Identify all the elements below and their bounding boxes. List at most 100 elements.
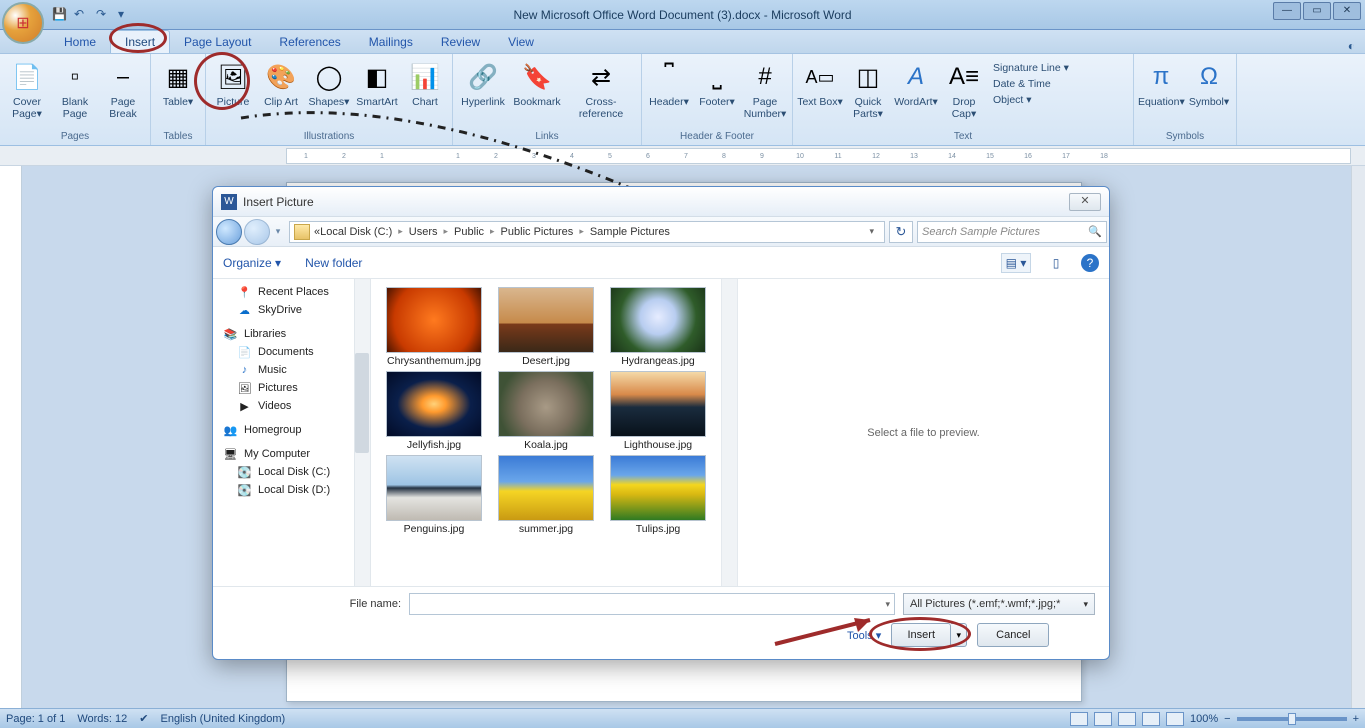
office-button[interactable]: ⊞ [2,2,44,44]
zoom-slider[interactable] [1237,717,1347,721]
sidebar-libraries[interactable]: 📚Libraries [213,325,370,343]
cancel-button[interactable]: Cancel [977,623,1049,647]
status-language[interactable]: English (United Kingdom) [160,713,285,725]
filename-input[interactable]: ▾ [409,593,895,615]
tools-dropdown[interactable]: Tools ▾ [847,629,881,642]
file-type-filter[interactable]: All Pictures (*.emf;*.wmf;*.jpg;*▾ [903,593,1095,615]
tab-home[interactable]: Home [50,31,110,53]
zoom-level[interactable]: 100% [1190,713,1218,725]
thumb-summer[interactable]: summer.jpg [493,455,599,535]
status-words[interactable]: Words: 12 [77,713,127,725]
cross-reference-button[interactable]: ⇄Cross-reference [565,56,637,122]
thumb-lighthouse[interactable]: Lighthouse.jpg [605,371,711,451]
bookmark-button[interactable]: 🔖Bookmark [511,56,563,110]
file-pane-scrollbar[interactable] [721,279,737,586]
status-page[interactable]: Page: 1 of 1 [6,713,65,725]
equation-button[interactable]: πEquation▾ [1138,56,1184,110]
qat-dropdown-icon[interactable]: ▾ [118,7,134,23]
wordart-button[interactable]: AWordArt▾ [893,56,939,110]
view-web-layout-button[interactable] [1118,712,1136,726]
sidebar-music[interactable]: ♪Music [213,361,370,379]
sidebar-local-disk-c[interactable]: 💽Local Disk (C:) [213,463,370,481]
crumb-1[interactable]: Users [409,226,438,238]
crumb-2[interactable]: Public [454,226,484,238]
minimize-button[interactable]: — [1273,2,1301,20]
sidebar-videos[interactable]: ▶Videos [213,397,370,415]
nav-history-dropdown[interactable]: ▾ [271,226,285,237]
thumb-tulips[interactable]: Tulips.jpg [605,455,711,535]
search-input[interactable]: Search Sample Pictures 🔍 [917,221,1107,243]
thumb-hydrangeas[interactable]: Hydrangeas.jpg [605,287,711,367]
refresh-button[interactable]: ↻ [889,221,913,243]
sidebar-recent-places[interactable]: 📍Recent Places [213,283,370,301]
view-outline-button[interactable] [1142,712,1160,726]
zoom-in-button[interactable]: + [1353,713,1359,725]
clip-art-button[interactable]: 🎨Clip Art [258,56,304,110]
footer-button[interactable]: ⎵Footer▾ [694,56,740,110]
insert-button[interactable]: Insert [891,623,951,647]
shapes-button[interactable]: ◯Shapes▾ [306,56,352,110]
tab-insert[interactable]: Insert [110,30,170,53]
insert-dropdown-button[interactable]: ▾ [951,623,967,647]
tab-page-layout[interactable]: Page Layout [170,31,265,53]
table-button[interactable]: ▦Table▾ [155,56,201,110]
redo-icon[interactable]: ↷ [96,7,112,23]
vertical-ruler[interactable] [0,166,22,708]
signature-line-button[interactable]: Signature Line ▾ [989,60,1129,76]
sidebar-my-computer[interactable]: 🖥My Computer [213,445,370,463]
view-mode-button[interactable]: ▤ ▾ [1001,253,1031,273]
chart-button[interactable]: 📊Chart [402,56,448,110]
cover-page-button[interactable]: 📄Cover Page▾ [4,56,50,122]
save-icon[interactable]: 💾 [52,7,68,23]
date-time-button[interactable]: Date & Time [989,76,1129,92]
crumb-3[interactable]: Public Pictures [501,226,574,238]
sidebar-pictures[interactable]: 🖼Pictures [213,379,370,397]
nav-back-button[interactable] [216,219,242,245]
sidebar-documents[interactable]: 📄Documents [213,343,370,361]
smartart-button[interactable]: ◧SmartArt [354,56,400,110]
close-button[interactable]: ✕ [1333,2,1361,20]
new-folder-button[interactable]: New folder [305,256,362,270]
tab-mailings[interactable]: Mailings [355,31,427,53]
dialog-close-button[interactable]: ✕ [1069,193,1101,211]
sidebar-skydrive[interactable]: ☁SkyDrive [213,301,370,319]
view-full-screen-button[interactable] [1094,712,1112,726]
page-break-button[interactable]: ⎯Page Break [100,56,146,122]
view-print-layout-button[interactable] [1070,712,1088,726]
help-icon[interactable]: ◐ [1348,39,1355,53]
header-button[interactable]: ⎴Header▾ [646,56,692,110]
status-proofing-icon[interactable]: ✔ [139,712,148,725]
breadcrumb-bar[interactable]: « Local Disk (C:)▸ Users▸ Public▸ Public… [289,221,885,243]
dialog-help-button[interactable]: ? [1081,254,1099,272]
view-draft-button[interactable] [1166,712,1184,726]
vertical-scrollbar[interactable] [1351,166,1365,708]
page-number-button[interactable]: #Page Number▾ [742,56,788,122]
quick-parts-button[interactable]: ◫Quick Parts▾ [845,56,891,122]
undo-icon[interactable]: ↶ [74,7,90,23]
object-button[interactable]: Object ▾ [989,92,1129,108]
blank-page-button[interactable]: ▫Blank Page [52,56,98,122]
hyperlink-button[interactable]: 🔗Hyperlink [457,56,509,110]
crumb-dropdown-icon[interactable]: ▾ [863,226,880,237]
tab-view[interactable]: View [494,31,548,53]
crumb-4[interactable]: Sample Pictures [590,226,670,238]
thumb-penguins[interactable]: Penguins.jpg [381,455,487,535]
drop-cap-button[interactable]: A≡Drop Cap▾ [941,56,987,122]
tab-review[interactable]: Review [427,31,494,53]
preview-pane-button[interactable]: ▯ [1041,253,1071,273]
picture-button[interactable]: 🖼Picture [210,56,256,110]
maximize-button[interactable]: ▭ [1303,2,1331,20]
thumb-chrysanthemum[interactable]: Chrysanthemum.jpg [381,287,487,367]
crumb-0[interactable]: Local Disk (C:) [320,226,392,238]
sidebar-homegroup[interactable]: 👥Homegroup [213,421,370,439]
tab-references[interactable]: References [265,31,354,53]
sidebar-scrollbar[interactable] [354,279,370,586]
sidebar-local-disk-d[interactable]: 💽Local Disk (D:) [213,481,370,499]
horizontal-ruler[interactable]: 121123456789101112131415161718 [286,148,1351,164]
symbol-button[interactable]: ΩSymbol▾ [1186,56,1232,110]
nav-forward-button[interactable] [244,219,270,245]
organize-button[interactable]: Organize ▾ [223,256,281,270]
zoom-out-button[interactable]: − [1224,713,1230,725]
thumb-desert[interactable]: Desert.jpg [493,287,599,367]
text-box-button[interactable]: A▭Text Box▾ [797,56,843,110]
